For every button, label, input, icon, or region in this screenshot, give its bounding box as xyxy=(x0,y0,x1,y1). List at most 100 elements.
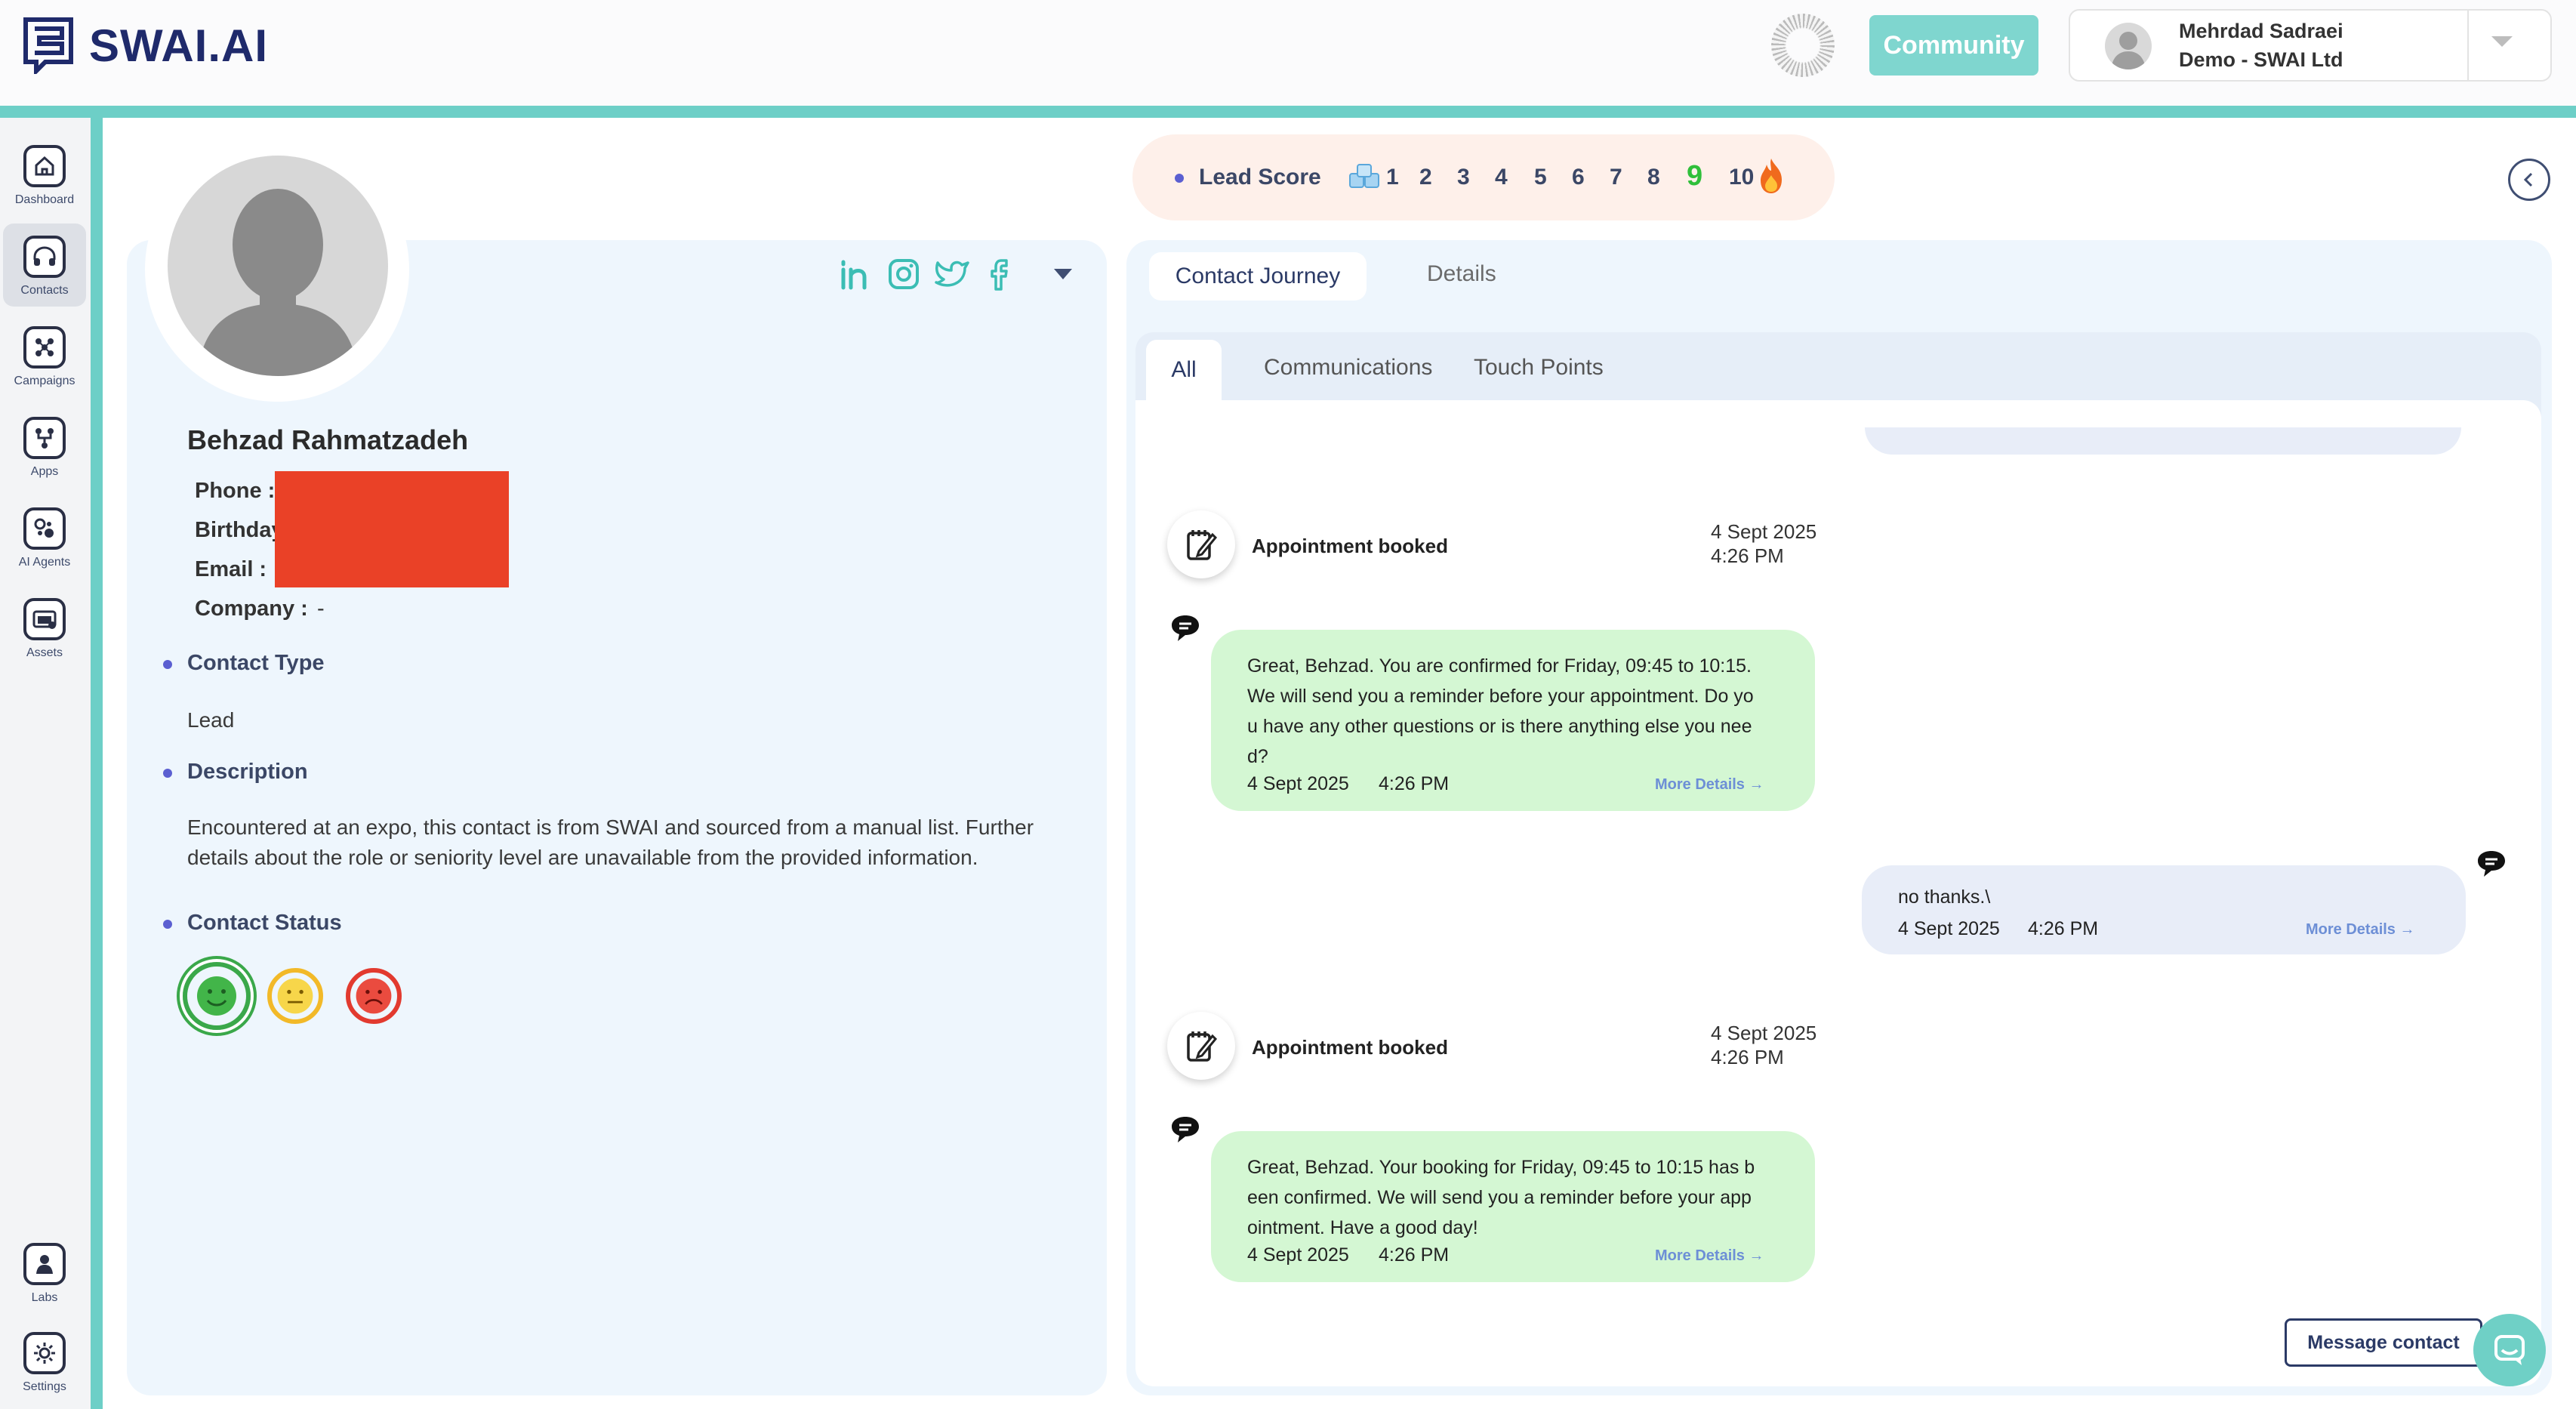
sidebar-item-apps[interactable]: Apps xyxy=(3,405,86,488)
tab-details[interactable]: Details xyxy=(1427,261,1496,287)
lead-score-4[interactable]: 4 xyxy=(1495,165,1508,190)
headset-icon xyxy=(23,236,66,278)
more-details-link[interactable]: More Details → xyxy=(1655,1247,1764,1265)
sidebar-item-label: Apps xyxy=(30,465,59,478)
lead-score-2[interactable]: 2 xyxy=(1419,165,1432,190)
labs-icon xyxy=(23,1243,66,1285)
collapse-panel-button[interactable] xyxy=(2508,159,2550,201)
message-time: 4:26 PM xyxy=(1379,1244,1450,1266)
facebook-icon[interactable] xyxy=(983,257,1018,291)
contact-type-title: Contact Type xyxy=(187,651,325,675)
contact-name: Behzad Rahmatzadeh xyxy=(187,424,469,455)
appointment-icon xyxy=(1167,1012,1235,1080)
subtab-communications[interactable]: Communications xyxy=(1264,355,1432,381)
more-details-link[interactable]: More Details → xyxy=(2306,921,2414,939)
contact-type-value: Lead xyxy=(187,708,235,732)
user-menu-divider xyxy=(2467,9,2469,82)
logo-text: SWAI.AI xyxy=(89,20,269,71)
linkedin-icon[interactable] xyxy=(838,257,873,291)
message-line: no thanks.\ xyxy=(1898,886,1991,908)
sidebar-item-dashboard[interactable]: Dashboard xyxy=(3,133,86,216)
sidebar-item-assets[interactable]: Assets xyxy=(3,586,86,669)
user-avatar xyxy=(2105,23,2152,69)
contact-status-title: Contact Status xyxy=(187,911,342,935)
message-contact-button[interactable]: Message contact xyxy=(2285,1318,2482,1367)
sidebar-item-settings[interactable]: Settings xyxy=(3,1320,86,1403)
bullet xyxy=(163,769,172,778)
message-line: ointment. Have a good day! xyxy=(1247,1217,1478,1238)
description-line: Encountered at an expo, this contact is … xyxy=(187,815,1034,839)
redaction-block xyxy=(275,471,509,587)
message-line: een confirmed. We will send you a remind… xyxy=(1247,1187,1752,1208)
phone-label: Phone : xyxy=(195,479,276,503)
swai-logo-icon xyxy=(23,17,73,74)
ai-agents-icon xyxy=(23,507,66,550)
sidebar-item-labs[interactable]: Labs xyxy=(3,1231,86,1314)
support-chat-button[interactable] xyxy=(2473,1314,2546,1386)
social-links xyxy=(838,257,1018,291)
contact-avatar xyxy=(168,156,388,376)
lead-score-8[interactable]: 8 xyxy=(1647,165,1660,190)
sidebar-item-label: AI Agents xyxy=(18,556,71,569)
sidebar xyxy=(0,118,91,1409)
inbound-message-bubble: no thanks.\ xyxy=(1862,865,2466,954)
header-accent-bar xyxy=(0,106,2576,118)
lead-score-7[interactable]: 7 xyxy=(1610,165,1622,190)
lead-score-10[interactable]: 10 xyxy=(1729,165,1754,190)
lead-score-1[interactable]: 1 xyxy=(1386,165,1399,190)
chevron-down-icon[interactable] xyxy=(2491,36,2513,47)
event-time: 4:26 PM xyxy=(1711,1046,1784,1068)
description-title: Description xyxy=(187,760,308,784)
tab-contact-journey[interactable]: Contact Journey xyxy=(1149,252,1367,301)
status-unhappy-icon[interactable] xyxy=(346,968,402,1024)
sidebar-item-label: Assets xyxy=(26,646,63,659)
sidebar-item-label: Settings xyxy=(23,1380,66,1393)
appointment-label: Appointment booked xyxy=(1252,1036,1448,1059)
sidebar-accent-strip xyxy=(91,118,103,1409)
chat-bubble-icon xyxy=(1172,615,1199,641)
sidebar-item-campaigns[interactable]: Campaigns xyxy=(3,314,86,397)
company-label: Company : xyxy=(195,597,308,621)
event-date: 4 Sept 2025 xyxy=(1711,520,1817,543)
event-time: 4:26 PM xyxy=(1711,544,1784,567)
status-happy-icon[interactable] xyxy=(183,962,251,1030)
description-line: details about the role or seniority leve… xyxy=(187,846,978,869)
twitter-icon[interactable] xyxy=(935,257,969,291)
appointment-label: Appointment booked xyxy=(1252,535,1448,557)
community-button[interactable]: Community xyxy=(1869,15,2038,76)
lead-score-3[interactable]: 3 xyxy=(1457,165,1470,190)
message-line: u have any other questions or is there a… xyxy=(1247,716,1752,737)
more-details-link[interactable]: More Details → xyxy=(1655,776,1764,794)
message-date: 4 Sept 2025 xyxy=(1898,918,2000,939)
message-time: 4:26 PM xyxy=(1379,773,1450,794)
sidebar-item-label: Labs xyxy=(31,1291,58,1304)
bullet xyxy=(163,920,172,929)
status-neutral-icon[interactable] xyxy=(267,968,323,1024)
lead-score-9-selected[interactable]: 9 xyxy=(1687,160,1702,193)
home-icon xyxy=(23,145,66,187)
user-organization: Demo - SWAI Ltd xyxy=(2179,48,2343,71)
ice-cube-icon xyxy=(1349,164,1379,188)
chevron-down-icon[interactable] xyxy=(1054,269,1072,279)
appointment-icon xyxy=(1167,510,1235,578)
message-line: Great, Behzad. Your booking for Friday, … xyxy=(1247,1157,1755,1178)
bullet xyxy=(1175,174,1184,183)
assets-icon xyxy=(23,598,66,640)
chevron-left-icon xyxy=(2523,172,2533,187)
chat-icon xyxy=(2494,1335,2525,1365)
lead-score-6[interactable]: 6 xyxy=(1572,165,1585,190)
subtab-touch-points[interactable]: Touch Points xyxy=(1474,355,1604,381)
sidebar-item-label: Campaigns xyxy=(14,375,75,387)
message-line: d? xyxy=(1247,746,1268,767)
sidebar-item-contacts[interactable]: Contacts xyxy=(3,224,86,307)
previous-message-bubble xyxy=(1865,427,2461,455)
message-time: 4:26 PM xyxy=(2028,918,2099,939)
subtab-all[interactable]: All xyxy=(1146,340,1222,400)
instagram-icon[interactable] xyxy=(886,257,921,291)
message-line: Great, Behzad. You are confirmed for Fri… xyxy=(1247,655,1752,677)
company-value: - xyxy=(317,597,325,621)
message-line: We will send you a reminder before your … xyxy=(1247,686,1754,707)
lead-score-5[interactable]: 5 xyxy=(1534,165,1547,190)
email-label: Email : xyxy=(195,557,267,581)
sidebar-item-ai-agents[interactable]: AI Agents xyxy=(3,495,86,578)
